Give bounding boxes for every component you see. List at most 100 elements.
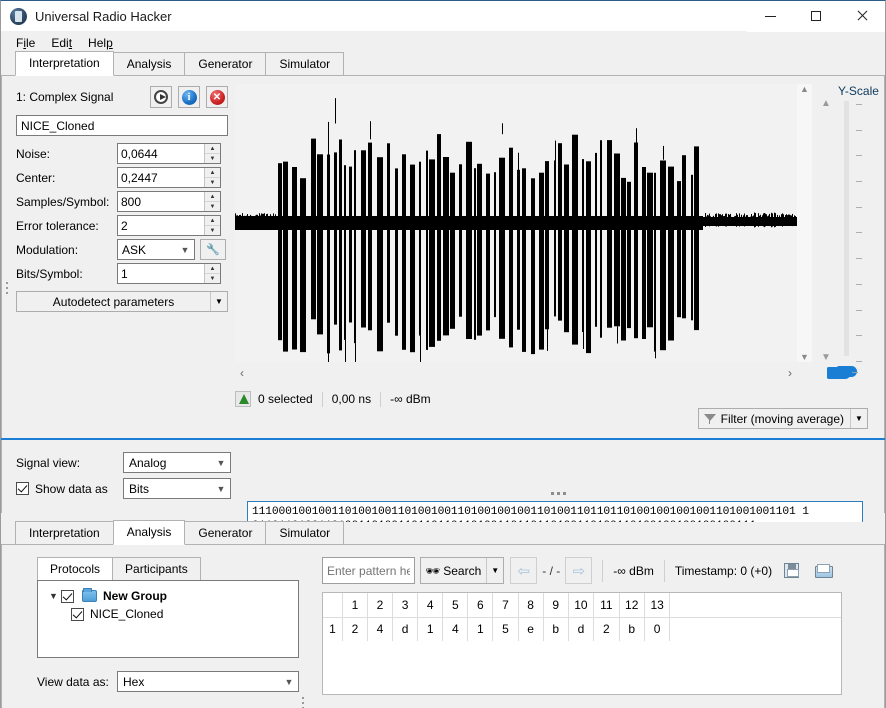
bits-per-symbol-spinbox[interactable]: 1 ▲ ▼: [117, 263, 221, 284]
signal-view-pane: ▲ ▼ Y-Scale ▲ ▼ ‹ › 0 selected 0,00 ns -…: [235, 76, 884, 513]
scroll-left-icon[interactable]: ‹: [235, 366, 249, 380]
noise-down-icon[interactable]: ▼: [205, 154, 220, 163]
search-button[interactable]: 🕶 Search ▼: [420, 557, 505, 584]
y-tick: [856, 129, 862, 131]
panel-splitter[interactable]: [1, 438, 885, 440]
hscroll-track[interactable]: [249, 366, 783, 379]
signal-info-button[interactable]: i: [178, 86, 200, 108]
subtab-protocols[interactable]: Protocols: [37, 557, 114, 580]
autodetect-dropdown-icon[interactable]: ▼: [210, 292, 227, 311]
close-signal-button[interactable]: ✕: [206, 86, 228, 108]
protocol-tree[interactable]: ▼ New Group NICE_Cloned: [37, 580, 299, 658]
filter-button[interactable]: Filter (moving average) ▼: [697, 408, 868, 429]
autodetect-parameters-button[interactable]: Autodetect parameters ▼: [16, 291, 228, 312]
bits-splitter-handle[interactable]: [247, 488, 870, 499]
tab2-interpretation[interactable]: Interpretation: [15, 521, 114, 544]
center-stepper[interactable]: ▲ ▼: [204, 168, 220, 187]
error-tolerance-spinbox[interactable]: 2 ▲ ▼: [117, 215, 221, 236]
analysis-splitter-handle[interactable]: [302, 697, 305, 708]
signal-tree-icon[interactable]: [235, 391, 251, 407]
y-scale-down-icon[interactable]: ▼: [821, 352, 831, 363]
play-signal-button[interactable]: [150, 86, 172, 108]
hex-cell[interactable]: 1: [467, 617, 494, 641]
bps-up-icon[interactable]: ▲: [205, 264, 220, 274]
menu-help[interactable]: Help: [80, 34, 121, 52]
modulation-settings-button[interactable]: 🔧: [200, 239, 226, 260]
tab2-generator[interactable]: Generator: [184, 521, 267, 544]
center-spinbox[interactable]: 0,2447 ▲ ▼: [117, 167, 221, 188]
search-previous-button[interactable]: ⇦: [510, 557, 538, 584]
tab-analysis[interactable]: Analysis: [112, 52, 186, 75]
tab-interpretation[interactable]: Interpretation: [15, 51, 114, 76]
samples-per-symbol-spinbox[interactable]: 800 ▲ ▼: [117, 191, 221, 212]
close-button[interactable]: [839, 0, 885, 32]
scroll-right-icon[interactable]: ›: [783, 366, 797, 380]
bps-down-icon[interactable]: ▼: [205, 274, 220, 283]
hex-cell[interactable]: 5: [492, 617, 519, 641]
tab-generator[interactable]: Generator: [184, 52, 267, 75]
zoom-level-marker[interactable]: [827, 367, 858, 379]
chevron-down-icon[interactable]: ▼: [46, 591, 61, 601]
group-checkbox[interactable]: [61, 589, 74, 603]
subtab-participants[interactable]: Participants: [112, 557, 201, 580]
err-up-icon[interactable]: ▲: [205, 216, 220, 226]
y-scale-slider-track[interactable]: [844, 101, 849, 356]
tab-simulator[interactable]: Simulator: [265, 52, 345, 75]
y-scale-up-icon[interactable]: ▲: [821, 98, 831, 109]
menu-file[interactable]: File: [8, 34, 43, 52]
noise-spinbox[interactable]: 0,0644 ▲ ▼: [117, 143, 221, 164]
show-data-as-select[interactable]: Bits ▼: [123, 478, 231, 499]
error-tolerance-stepper[interactable]: ▲ ▼: [204, 216, 220, 235]
noise-up-icon[interactable]: ▲: [205, 144, 220, 154]
save-protocol-button[interactable]: [778, 557, 805, 584]
center-down-icon[interactable]: ▼: [205, 178, 220, 187]
item-checkbox[interactable]: [71, 607, 84, 621]
tree-item-row[interactable]: NICE_Cloned: [46, 605, 298, 623]
waveform-horizontal-scrollbar[interactable]: ‹ ›: [235, 364, 797, 381]
tab2-analysis[interactable]: Analysis: [112, 520, 186, 545]
bits-per-symbol-row: Bits/Symbol: 1 ▲ ▼: [16, 263, 235, 284]
hex-cell[interactable]: e: [518, 617, 544, 641]
modulation-select[interactable]: ASK ▼: [117, 239, 195, 260]
hex-cell[interactable]: 2: [593, 617, 620, 641]
bits-per-symbol-stepper[interactable]: ▲ ▼: [204, 264, 220, 283]
hex-cell[interactable]: 1: [417, 617, 444, 641]
signal-waveform[interactable]: [235, 84, 797, 362]
sps-up-icon[interactable]: ▲: [205, 192, 220, 202]
hex-cell[interactable]: 4: [367, 617, 394, 641]
signal-view-select[interactable]: Analog ▼: [123, 452, 231, 473]
sps-down-icon[interactable]: ▼: [205, 202, 220, 211]
center-up-icon[interactable]: ▲: [205, 168, 220, 178]
hex-cell[interactable]: b: [619, 617, 645, 641]
search-pattern-input[interactable]: [322, 557, 415, 584]
scroll-up-icon[interactable]: ▲: [800, 84, 809, 94]
noise-stepper[interactable]: ▲ ▼: [204, 144, 220, 163]
scroll-down-icon[interactable]: ▼: [800, 352, 809, 362]
hex-cell[interactable]: d: [392, 617, 419, 641]
hex-cell[interactable]: 2: [342, 617, 368, 641]
show-data-as-checkbox[interactable]: [16, 482, 29, 495]
main-tab-bar: Interpretation Analysis Generator Simula…: [1, 51, 885, 76]
waveform-vertical-scrollbar[interactable]: ▲ ▼: [797, 84, 812, 362]
hex-cell[interactable]: 4: [442, 617, 469, 641]
search-next-button[interactable]: ⇨: [565, 557, 593, 584]
filter-dropdown-icon[interactable]: ▼: [850, 409, 867, 428]
left-pane-splitter-handle[interactable]: [6, 282, 10, 297]
signal-name-input[interactable]: [16, 115, 228, 136]
minimize-button[interactable]: [747, 0, 793, 32]
hex-cell[interactable]: 0: [644, 617, 671, 641]
hex-row[interactable]: 124d1415ebd2b0: [323, 617, 841, 641]
hex-cell[interactable]: b: [543, 617, 569, 641]
menu-edit[interactable]: Edit: [43, 34, 80, 52]
autodetect-label: Autodetect parameters: [52, 294, 175, 309]
tab2-simulator[interactable]: Simulator: [265, 521, 345, 544]
hex-cell[interactable]: d: [568, 617, 595, 641]
open-protocol-button[interactable]: [810, 557, 837, 584]
view-data-as-select[interactable]: Hex ▼: [117, 671, 299, 692]
search-dropdown-icon[interactable]: ▼: [486, 558, 503, 583]
tree-group-row[interactable]: ▼ New Group: [46, 587, 298, 605]
err-down-icon[interactable]: ▼: [205, 226, 220, 235]
maximize-button[interactable]: [793, 0, 839, 32]
samples-per-symbol-stepper[interactable]: ▲ ▼: [204, 192, 220, 211]
protocol-hex-grid[interactable]: 1 2 3 4 5 6 7 8 9 10 11 12 13 124d1415ebd2b0: [322, 592, 842, 695]
